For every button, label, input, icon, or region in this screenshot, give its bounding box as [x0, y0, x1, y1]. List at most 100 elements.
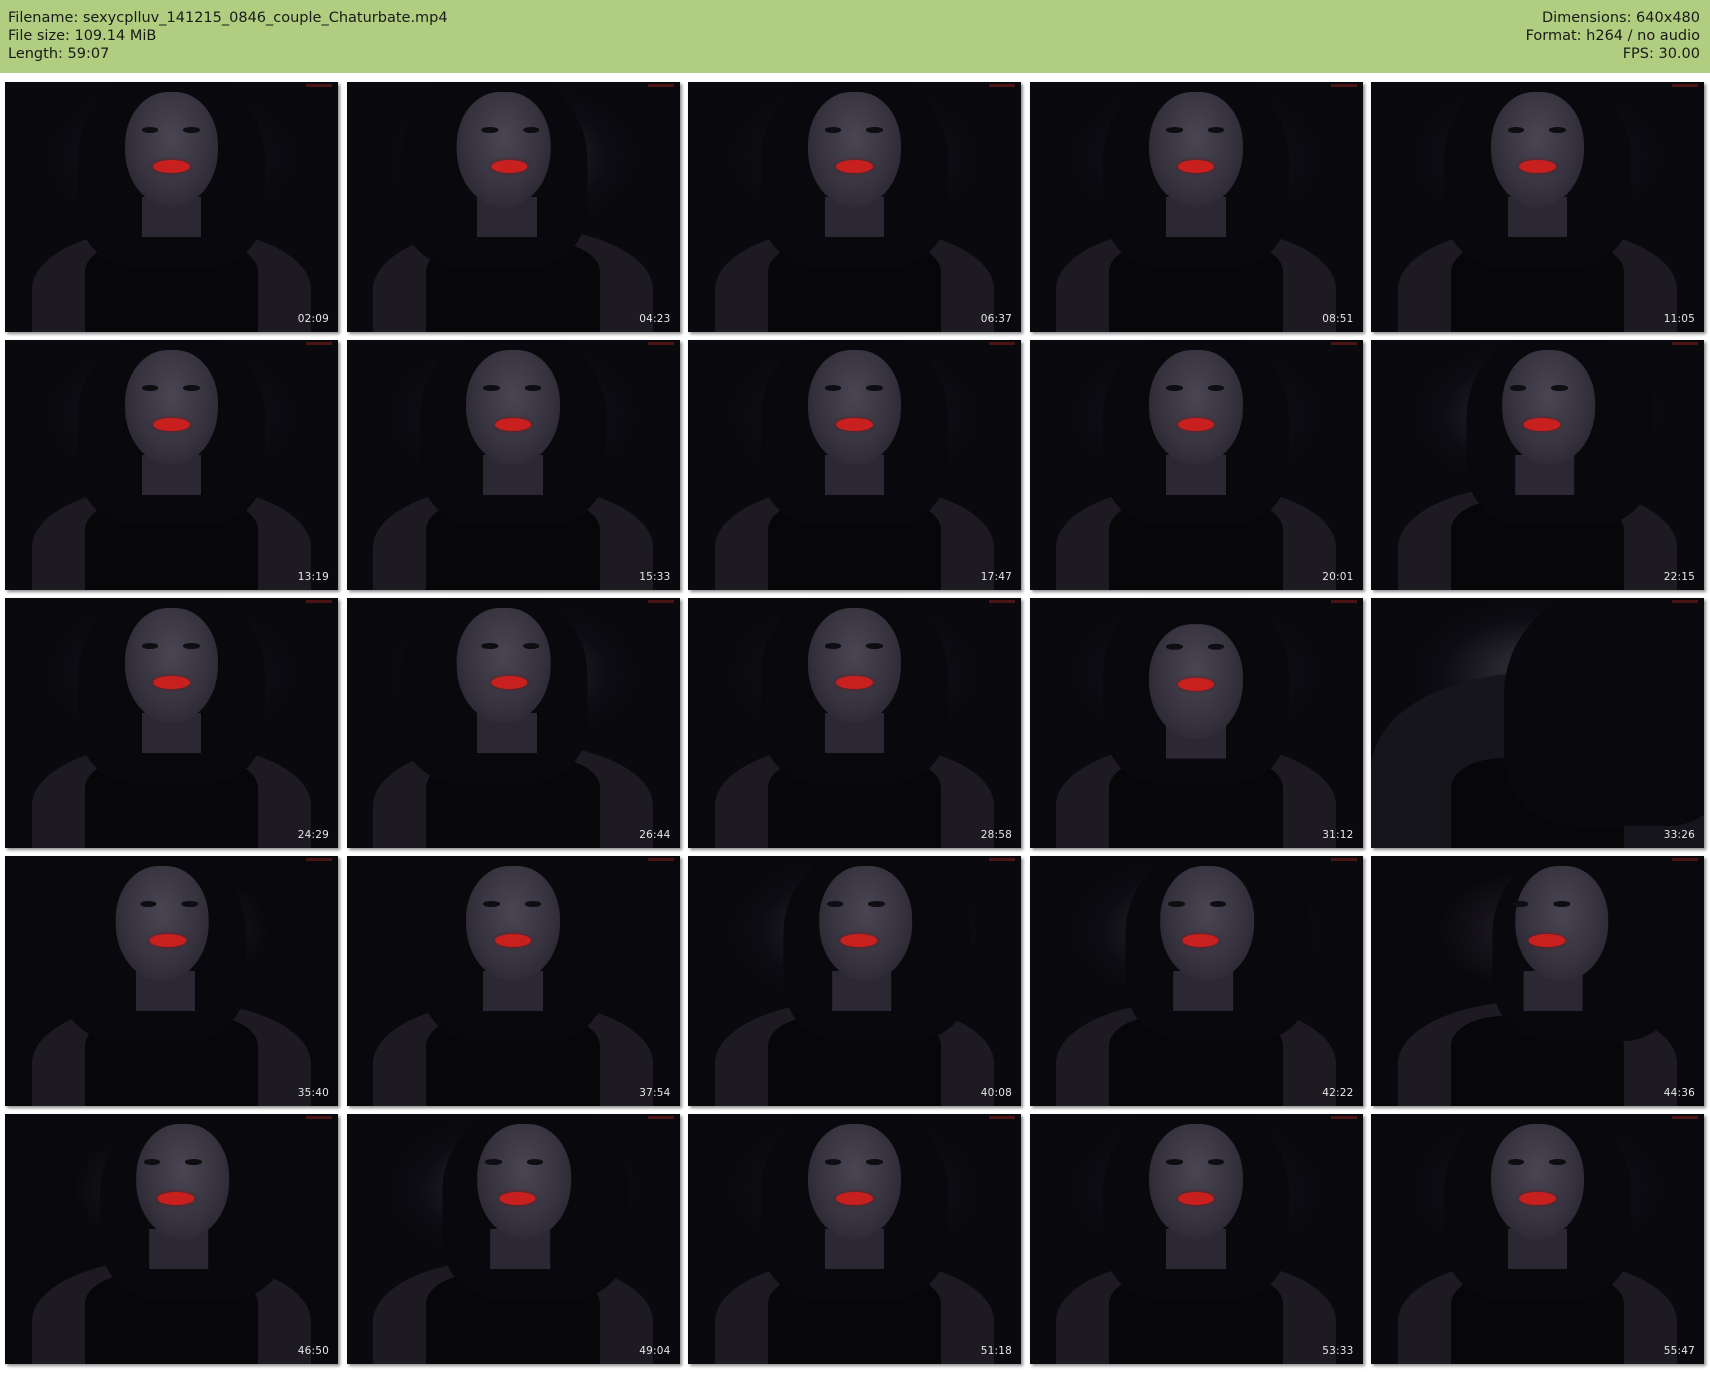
thumbnail-figure-eye: [1166, 127, 1183, 133]
thumbnail-timestamp: 24:29: [297, 829, 329, 841]
thumbnail-figure-eye: [181, 901, 199, 907]
thumbnail-figure-lips: [153, 417, 190, 431]
thumbnail-figure-eye: [139, 901, 157, 907]
thumbnail-watermark: [647, 342, 674, 345]
video-thumbnail: 44:36: [1371, 856, 1704, 1106]
thumbnail-figure-eye: [141, 643, 159, 649]
thumbnail-timestamp: 02:09: [297, 313, 329, 325]
thumbnail-figure-lips: [153, 675, 190, 689]
thumbnail-figure-lips: [840, 933, 878, 947]
thumbnail-figure-eye: [866, 385, 883, 391]
thumbnail-timestamp: 28:58: [980, 829, 1012, 841]
thumbnail-figure-lips: [1177, 417, 1215, 431]
video-thumbnail: 31:12: [1029, 598, 1363, 848]
thumbnail-timestamp: 51:18: [980, 1345, 1012, 1357]
thumbnail-figure-lips: [836, 1191, 873, 1205]
thumbnail-figure-lips: [1528, 933, 1566, 947]
thumbnail-timestamp: 11:05: [1663, 313, 1695, 325]
thumbnail-timestamp: 42:22: [1322, 1087, 1354, 1099]
thumbnail-figure-eye: [824, 385, 842, 391]
thumbnail-figure-eye: [1207, 643, 1225, 650]
thumbnail-figure-face: [807, 1124, 902, 1239]
thumbnail-timestamp: 13:19: [297, 571, 329, 583]
thumbnail-timestamp: 53:33: [1322, 1345, 1354, 1357]
thumbnail-figure-face: [819, 866, 913, 981]
thumbnail-figure-eye: [524, 901, 542, 907]
thumbnail-figure-lips: [1519, 1191, 1556, 1205]
thumbnail-timestamp: 20:01: [1322, 571, 1354, 583]
thumbnail-watermark: [989, 342, 1015, 345]
video-thumbnail: 46:50: [5, 1114, 338, 1364]
fps-text: FPS: 30.00: [1622, 46, 1700, 62]
thumbnail-figure-eye: [526, 1159, 544, 1165]
thumbnail-figure-eye: [826, 901, 844, 907]
thumbnail-figure-eye: [1207, 385, 1225, 391]
thumbnail-figure-lips: [494, 417, 532, 431]
thumbnail-watermark: [1672, 342, 1698, 345]
thumbnail-figure-eye: [481, 127, 498, 133]
thumbnail-timestamp: 15:33: [639, 571, 671, 583]
thumbnail-watermark: [989, 84, 1015, 87]
thumbnail-figure-face: [1502, 350, 1596, 465]
video-thumbnail: 40:08: [688, 856, 1021, 1106]
thumbnail-figure-eye: [481, 643, 498, 649]
video-thumbnail: 49:04: [346, 1114, 680, 1364]
thumbnail-figure-lips: [1177, 159, 1215, 173]
thumbnail-figure-eye: [1509, 385, 1527, 391]
thumbnail-figure-face: [457, 608, 551, 723]
thumbnail-watermark: [647, 84, 674, 87]
thumbnail-figure-eye: [522, 643, 540, 649]
thumbnail-watermark: [306, 342, 332, 345]
thumbnail-timestamp: 06:37: [980, 313, 1012, 325]
thumbnail-watermark: [1330, 858, 1357, 861]
video-thumbnail: 26:44: [346, 598, 680, 848]
video-thumbnail: 04:23: [346, 82, 680, 332]
video-thumbnail: 13:19: [5, 340, 338, 590]
thumbnail-figure-face: [807, 92, 902, 207]
thumbnail-timestamp: 49:04: [639, 1345, 671, 1357]
thumbnail-figure-eye: [866, 643, 883, 649]
filesize-text: File size: 109.14 MiB: [8, 28, 157, 44]
thumbnail-figure-face: [1490, 1124, 1585, 1239]
video-thumbnail: 42:22: [1029, 856, 1363, 1106]
thumbnail-figure-face: [1149, 350, 1243, 465]
thumbnail-figure-eye: [1166, 385, 1183, 391]
thumbnail-figure-eye: [1166, 643, 1183, 650]
thumbnail-figure-face: [466, 350, 560, 465]
thumbnail-timestamp: 55:47: [1663, 1345, 1695, 1357]
thumbnail-figure-eye: [824, 643, 842, 649]
video-thumbnail: 02:09: [5, 82, 338, 332]
thumbnail-figure-face: [466, 866, 560, 981]
thumbnail-figure-lips: [1182, 933, 1219, 947]
thumbnail-figure-eye: [1507, 127, 1525, 133]
info-left-column: Filename: sexycplluv_141215_0846_couple_…: [8, 9, 448, 63]
thumbnail-watermark: [1330, 84, 1357, 87]
thumbnail-watermark: [1672, 858, 1698, 861]
thumbnail-figure-eye: [1209, 901, 1227, 907]
video-thumbnail: 22:15: [1371, 340, 1704, 590]
video-thumbnail: 06:37: [688, 82, 1021, 332]
thumbnail-figure-eye: [1168, 901, 1185, 907]
thumbnail-figure-lips: [836, 675, 873, 689]
thumbnail-timestamp: 40:08: [980, 1087, 1012, 1099]
thumbnail-figure-eye: [485, 1159, 502, 1165]
thumbnail-figure-face: [124, 608, 219, 723]
info-right-column: Dimensions: 640x480 Format: h264 / no au…: [1526, 9, 1700, 63]
thumbnail-timestamp: 08:51: [1322, 313, 1354, 325]
thumbnail-figure-eye: [143, 1159, 161, 1165]
thumbnail-watermark: [1672, 84, 1698, 87]
thumbnail-timestamp: 26:44: [639, 829, 671, 841]
thumbnail-watermark: [1330, 600, 1357, 603]
thumbnail-figure-eye: [1207, 127, 1225, 133]
video-thumbnail: 55:47: [1371, 1114, 1704, 1364]
thumbnail-figure-eye: [483, 385, 500, 391]
thumbnail-figure-eye: [868, 901, 885, 907]
video-thumbnail: 20:01: [1029, 340, 1363, 590]
thumbnail-figure-lips: [499, 1191, 536, 1205]
thumbnail-timestamp: 31:12: [1322, 829, 1354, 841]
thumbnail-watermark: [1672, 1116, 1698, 1119]
thumbnail-figure-face: [124, 350, 219, 465]
video-thumbnail: 53:33: [1029, 1114, 1363, 1364]
thumbnail-figure-lips: [1177, 677, 1215, 691]
thumbnail-timestamp: 46:50: [297, 1345, 329, 1357]
